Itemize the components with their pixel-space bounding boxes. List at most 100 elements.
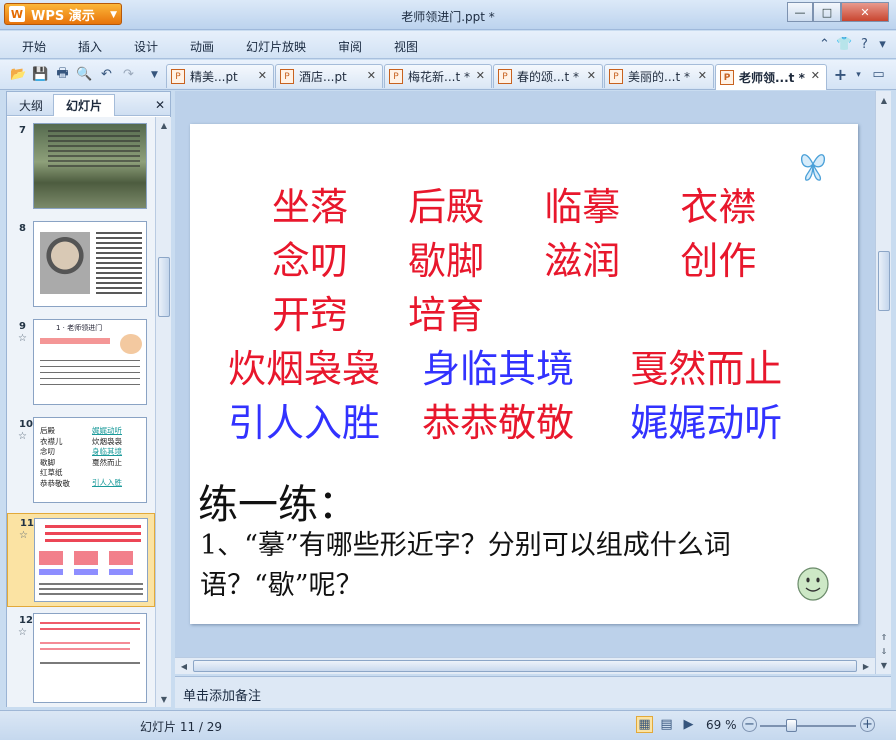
- doc-tab-5[interactable]: P 美丽的...t * ✕: [604, 64, 714, 88]
- vocab-phrase: 身临其境: [422, 347, 575, 391]
- menu-bar: 开始 插入 设计 动画 幻灯片放映 审阅 视图 ⌃ 👕 ? ▾: [0, 31, 896, 59]
- ppt-file-icon: P: [389, 69, 403, 84]
- toolbar-customize-icon[interactable]: ▼: [146, 66, 163, 83]
- tab-close-icon[interactable]: ✕: [811, 69, 820, 82]
- slideshow-view-icon[interactable]: ▶: [680, 716, 697, 733]
- vocab-word: 坐落: [272, 185, 349, 229]
- thumb-word: 歇脚: [40, 457, 55, 467]
- ppt-file-icon: P: [720, 70, 734, 85]
- preview-icon[interactable]: 🔍: [76, 66, 93, 83]
- smiley-icon: [797, 567, 829, 601]
- thumbnail-text-lines: [40, 662, 140, 668]
- doc-tab-4[interactable]: P 春的颂...t * ✕: [493, 64, 603, 88]
- slide-canvas[interactable]: 坐落 后殿 临摹 衣襟 念叨 歇脚 滋润 创作 开窍 培育 炊烟袅袅 身临其境 …: [190, 124, 858, 624]
- new-tab-icon[interactable]: +: [832, 65, 849, 84]
- thumb-word: 身临其境: [92, 447, 122, 457]
- tab-outline[interactable]: 大纲: [11, 94, 51, 116]
- thumbnail-item[interactable]: 10 ☆ 后殿 衣襟儿 念叨 歇脚 红草纸 恭恭敬敬 娓娓动听 炊烟袅袅 身临其…: [7, 417, 155, 509]
- thumbnail-title: 1 · 老师领进门: [56, 324, 103, 332]
- collapse-ribbon-icon[interactable]: ⌃: [816, 36, 833, 53]
- vocab-phrase: 引人入胜: [228, 401, 381, 445]
- menu-view[interactable]: 视图: [394, 38, 418, 55]
- tab-close-icon[interactable]: ✕: [476, 69, 485, 82]
- open-icon[interactable]: 📂: [10, 66, 27, 83]
- close-button[interactable]: ✕: [841, 2, 889, 22]
- thumbnail-text-lines: [39, 583, 143, 595]
- notes-pane[interactable]: 单击添加备注: [175, 676, 891, 708]
- scroll-down-icon[interactable]: ▼: [877, 658, 891, 672]
- normal-view-icon[interactable]: ▦: [636, 716, 653, 733]
- thumbnail-item-selected[interactable]: 11 ☆: [7, 513, 155, 607]
- scroll-down-icon[interactable]: ▼: [157, 692, 171, 706]
- quick-toolbar: 📂 💾 🖶 🔍 ↶ ↷ ▼ P 精美...pt ✕ P 酒店...pt ✕ P …: [0, 60, 896, 90]
- zoom-slider-thumb[interactable]: [786, 719, 797, 732]
- thumbnail-item[interactable]: 8: [7, 221, 155, 313]
- skin-icon[interactable]: 👕: [836, 36, 853, 53]
- thumbnail-text-lines: [40, 360, 140, 390]
- menu-animation[interactable]: 动画: [190, 38, 214, 55]
- doc-tab-1[interactable]: P 精美...pt ✕: [166, 64, 274, 88]
- tab-close-icon[interactable]: ✕: [367, 69, 376, 82]
- scroll-up-icon[interactable]: ▲: [877, 93, 891, 107]
- save-icon[interactable]: 💾: [32, 66, 49, 83]
- undo-icon[interactable]: ↶: [98, 66, 115, 83]
- thumbnail-item[interactable]: 12 ☆: [7, 613, 155, 705]
- vocab-phrase: 娓娓动听: [630, 401, 783, 445]
- scroll-up-icon[interactable]: ▲: [157, 118, 171, 132]
- vocab-phrase: 恭恭敬敬: [422, 401, 575, 445]
- slide-sorter-view-icon[interactable]: ▤: [658, 716, 675, 733]
- portrait-image: [40, 232, 90, 294]
- maximize-button[interactable]: □: [813, 2, 841, 22]
- thumbnail-scrollbar[interactable]: ▲ ▼: [155, 117, 171, 707]
- next-slide-icon[interactable]: ⇓: [877, 644, 891, 658]
- doc-tab-label: 春的颂...t *: [517, 70, 579, 84]
- zoom-out-icon[interactable]: −: [742, 717, 757, 732]
- editor-vscrollbar[interactable]: ▲ ⇑ ⇓ ▼: [875, 91, 891, 674]
- menu-design[interactable]: 设计: [134, 38, 158, 55]
- tab-close-icon[interactable]: ✕: [587, 69, 596, 82]
- slide-number: 11: [20, 518, 34, 529]
- panel-close-icon[interactable]: ✕: [153, 94, 167, 116]
- practice-question: 1、“摹”有哪些形近字？分别可以组成什么词语？“歇”呢？: [200, 530, 731, 601]
- thumb-word: 后殿: [40, 426, 55, 435]
- scrollbar-thumb[interactable]: [158, 257, 170, 317]
- thumbnail-item[interactable]: 9 ☆ 1 · 老师领进门: [7, 319, 155, 411]
- scroll-left-icon[interactable]: ◀: [177, 659, 191, 673]
- scroll-right-icon[interactable]: ▶: [859, 659, 873, 673]
- slide-thumbnail: [33, 221, 147, 307]
- zoom-level: 69 %: [706, 718, 737, 732]
- help-dropdown-icon[interactable]: ▾: [874, 36, 891, 53]
- scrollbar-thumb[interactable]: [878, 251, 890, 311]
- menu-insert[interactable]: 插入: [78, 38, 102, 55]
- thumbnail-text-lines: [40, 642, 130, 654]
- tab-slides[interactable]: 幻灯片: [53, 94, 115, 116]
- tab-close-icon[interactable]: ✕: [258, 69, 267, 82]
- menu-review[interactable]: 审阅: [338, 38, 362, 55]
- menu-home[interactable]: 开始: [22, 38, 46, 55]
- zoom-in-icon[interactable]: +: [860, 717, 875, 732]
- thumb-word: 戛然而止: [92, 457, 122, 467]
- doc-tab-2[interactable]: P 酒店...pt ✕: [275, 64, 383, 88]
- vocab-word: 后殿: [408, 185, 485, 229]
- vocab-word: 开窍: [272, 293, 349, 337]
- zoom-slider-track[interactable]: [760, 725, 856, 727]
- scrollbar-thumb[interactable]: [193, 660, 857, 672]
- prev-slide-icon[interactable]: ⇑: [877, 630, 891, 644]
- window-layout-icon[interactable]: ▭: [870, 66, 887, 83]
- thumbnail-text-lines: [40, 338, 110, 344]
- thumbnail-text-lines: [39, 551, 143, 565]
- redo-icon[interactable]: ↷: [120, 66, 137, 83]
- doc-tab-3[interactable]: P 梅花新...t * ✕: [384, 64, 492, 88]
- notes-placeholder: 单击添加备注: [183, 689, 262, 704]
- doc-tab-active[interactable]: P 老师领...t * ✕: [715, 64, 827, 90]
- thumbnail-item[interactable]: 7: [7, 123, 155, 215]
- help-icon[interactable]: ?: [856, 36, 873, 53]
- tab-list-icon[interactable]: ▾: [850, 66, 867, 83]
- vocab-row-1: 坐落 后殿 临摹 衣襟: [272, 176, 756, 231]
- print-icon[interactable]: 🖶: [54, 66, 71, 83]
- ppt-file-icon: P: [498, 69, 512, 84]
- editor-hscrollbar[interactable]: ◀ ▶: [175, 657, 875, 674]
- menu-slideshow[interactable]: 幻灯片放映: [246, 38, 306, 55]
- minimize-button[interactable]: —: [787, 2, 813, 22]
- tab-close-icon[interactable]: ✕: [698, 69, 707, 82]
